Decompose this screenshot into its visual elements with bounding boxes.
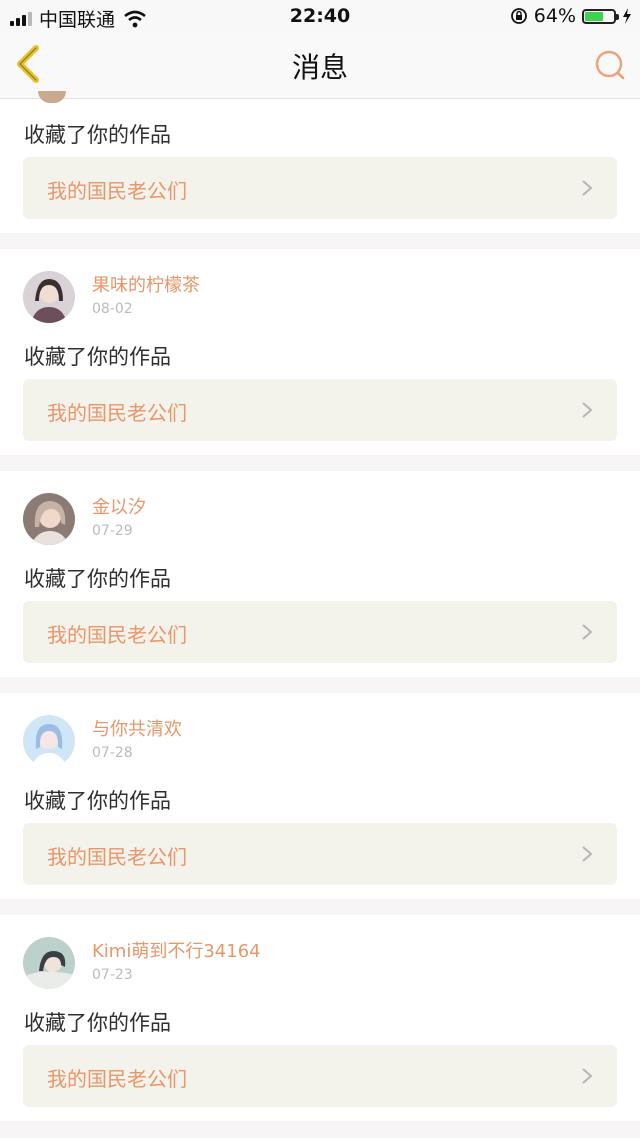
message-list: 收藏了你的作品 我的国民老公们 果味的柠檬茶 08-02 收藏了你的作品 我的国… (0, 91, 640, 1137)
user-name[interactable]: Kimi萌到不行34164 (92, 941, 261, 963)
message-card: Kimi萌到不行34164 07-23 收藏了你的作品 我的国民老公们 (0, 915, 640, 1121)
work-link[interactable]: 我的国民老公们 (23, 1045, 617, 1107)
user-name[interactable]: 金以汐 (92, 497, 146, 519)
search-button[interactable] (592, 47, 628, 83)
message-date: 07-28 (92, 745, 133, 761)
avatar (38, 91, 66, 103)
avatar[interactable] (23, 715, 75, 767)
status-right: 64% (510, 5, 632, 27)
user-row[interactable]: 金以汐 07-29 (23, 493, 146, 545)
page-title: 消息 (291, 51, 348, 84)
avatar[interactable] (23, 937, 75, 989)
chevron-right-icon (582, 846, 593, 862)
work-title: 我的国民老公们 (47, 845, 187, 869)
message-card: 金以汐 07-29 收藏了你的作品 我的国民老公们 (0, 471, 640, 677)
work-title: 我的国民老公们 (47, 623, 187, 647)
message-action: 收藏了你的作品 (24, 123, 171, 147)
work-link[interactable]: 我的国民老公们 (23, 823, 617, 885)
battery-percent: 64% (533, 5, 576, 27)
message-date: 07-23 (92, 967, 133, 983)
message-action: 收藏了你的作品 (24, 1011, 171, 1035)
chevron-right-icon (582, 180, 593, 196)
message-card: 果味的柠檬茶 08-02 收藏了你的作品 我的国民老公们 (0, 249, 640, 455)
work-title: 我的国民老公们 (47, 401, 187, 425)
message-action: 收藏了你的作品 (24, 345, 171, 369)
avatar[interactable] (23, 271, 75, 323)
battery-icon (582, 8, 619, 24)
user-info: 金以汐 07-29 (92, 497, 146, 541)
message-action: 收藏了你的作品 (24, 789, 171, 813)
user-row[interactable]: Kimi萌到不行34164 07-23 (23, 937, 261, 989)
work-link[interactable]: 我的国民老公们 (23, 379, 617, 441)
nav-bar: 消息 (0, 32, 640, 99)
user-info: 果味的柠檬茶 08-02 (92, 275, 200, 319)
message-action: 收藏了你的作品 (24, 567, 171, 591)
user-info: Kimi萌到不行34164 07-23 (92, 941, 261, 985)
user-row[interactable]: 果味的柠檬茶 08-02 (23, 271, 200, 323)
chevron-right-icon (582, 1068, 593, 1084)
charging-icon (623, 8, 631, 24)
work-title: 我的国民老公们 (47, 179, 187, 203)
message-date: 08-02 (92, 301, 133, 317)
message-card: 收藏了你的作品 我的国民老公们 (0, 91, 640, 233)
user-name[interactable]: 果味的柠檬茶 (92, 275, 200, 297)
work-link[interactable]: 我的国民老公们 (23, 601, 617, 663)
work-link[interactable]: 我的国民老公们 (23, 157, 617, 219)
chevron-right-icon (582, 402, 593, 418)
avatar[interactable] (23, 493, 75, 545)
status-bar: 中国联通 22:40 64% (0, 0, 640, 32)
user-row[interactable]: 与你共清欢 07-28 (23, 715, 182, 767)
chevron-right-icon (582, 624, 593, 640)
user-name[interactable]: 与你共清欢 (92, 719, 182, 741)
work-title: 我的国民老公们 (47, 1067, 187, 1091)
rotation-lock-icon (510, 8, 527, 24)
message-card: 与你共清欢 07-28 收藏了你的作品 我的国民老公们 (0, 693, 640, 899)
user-info: 与你共清欢 07-28 (92, 719, 182, 763)
message-date: 07-29 (92, 523, 133, 539)
